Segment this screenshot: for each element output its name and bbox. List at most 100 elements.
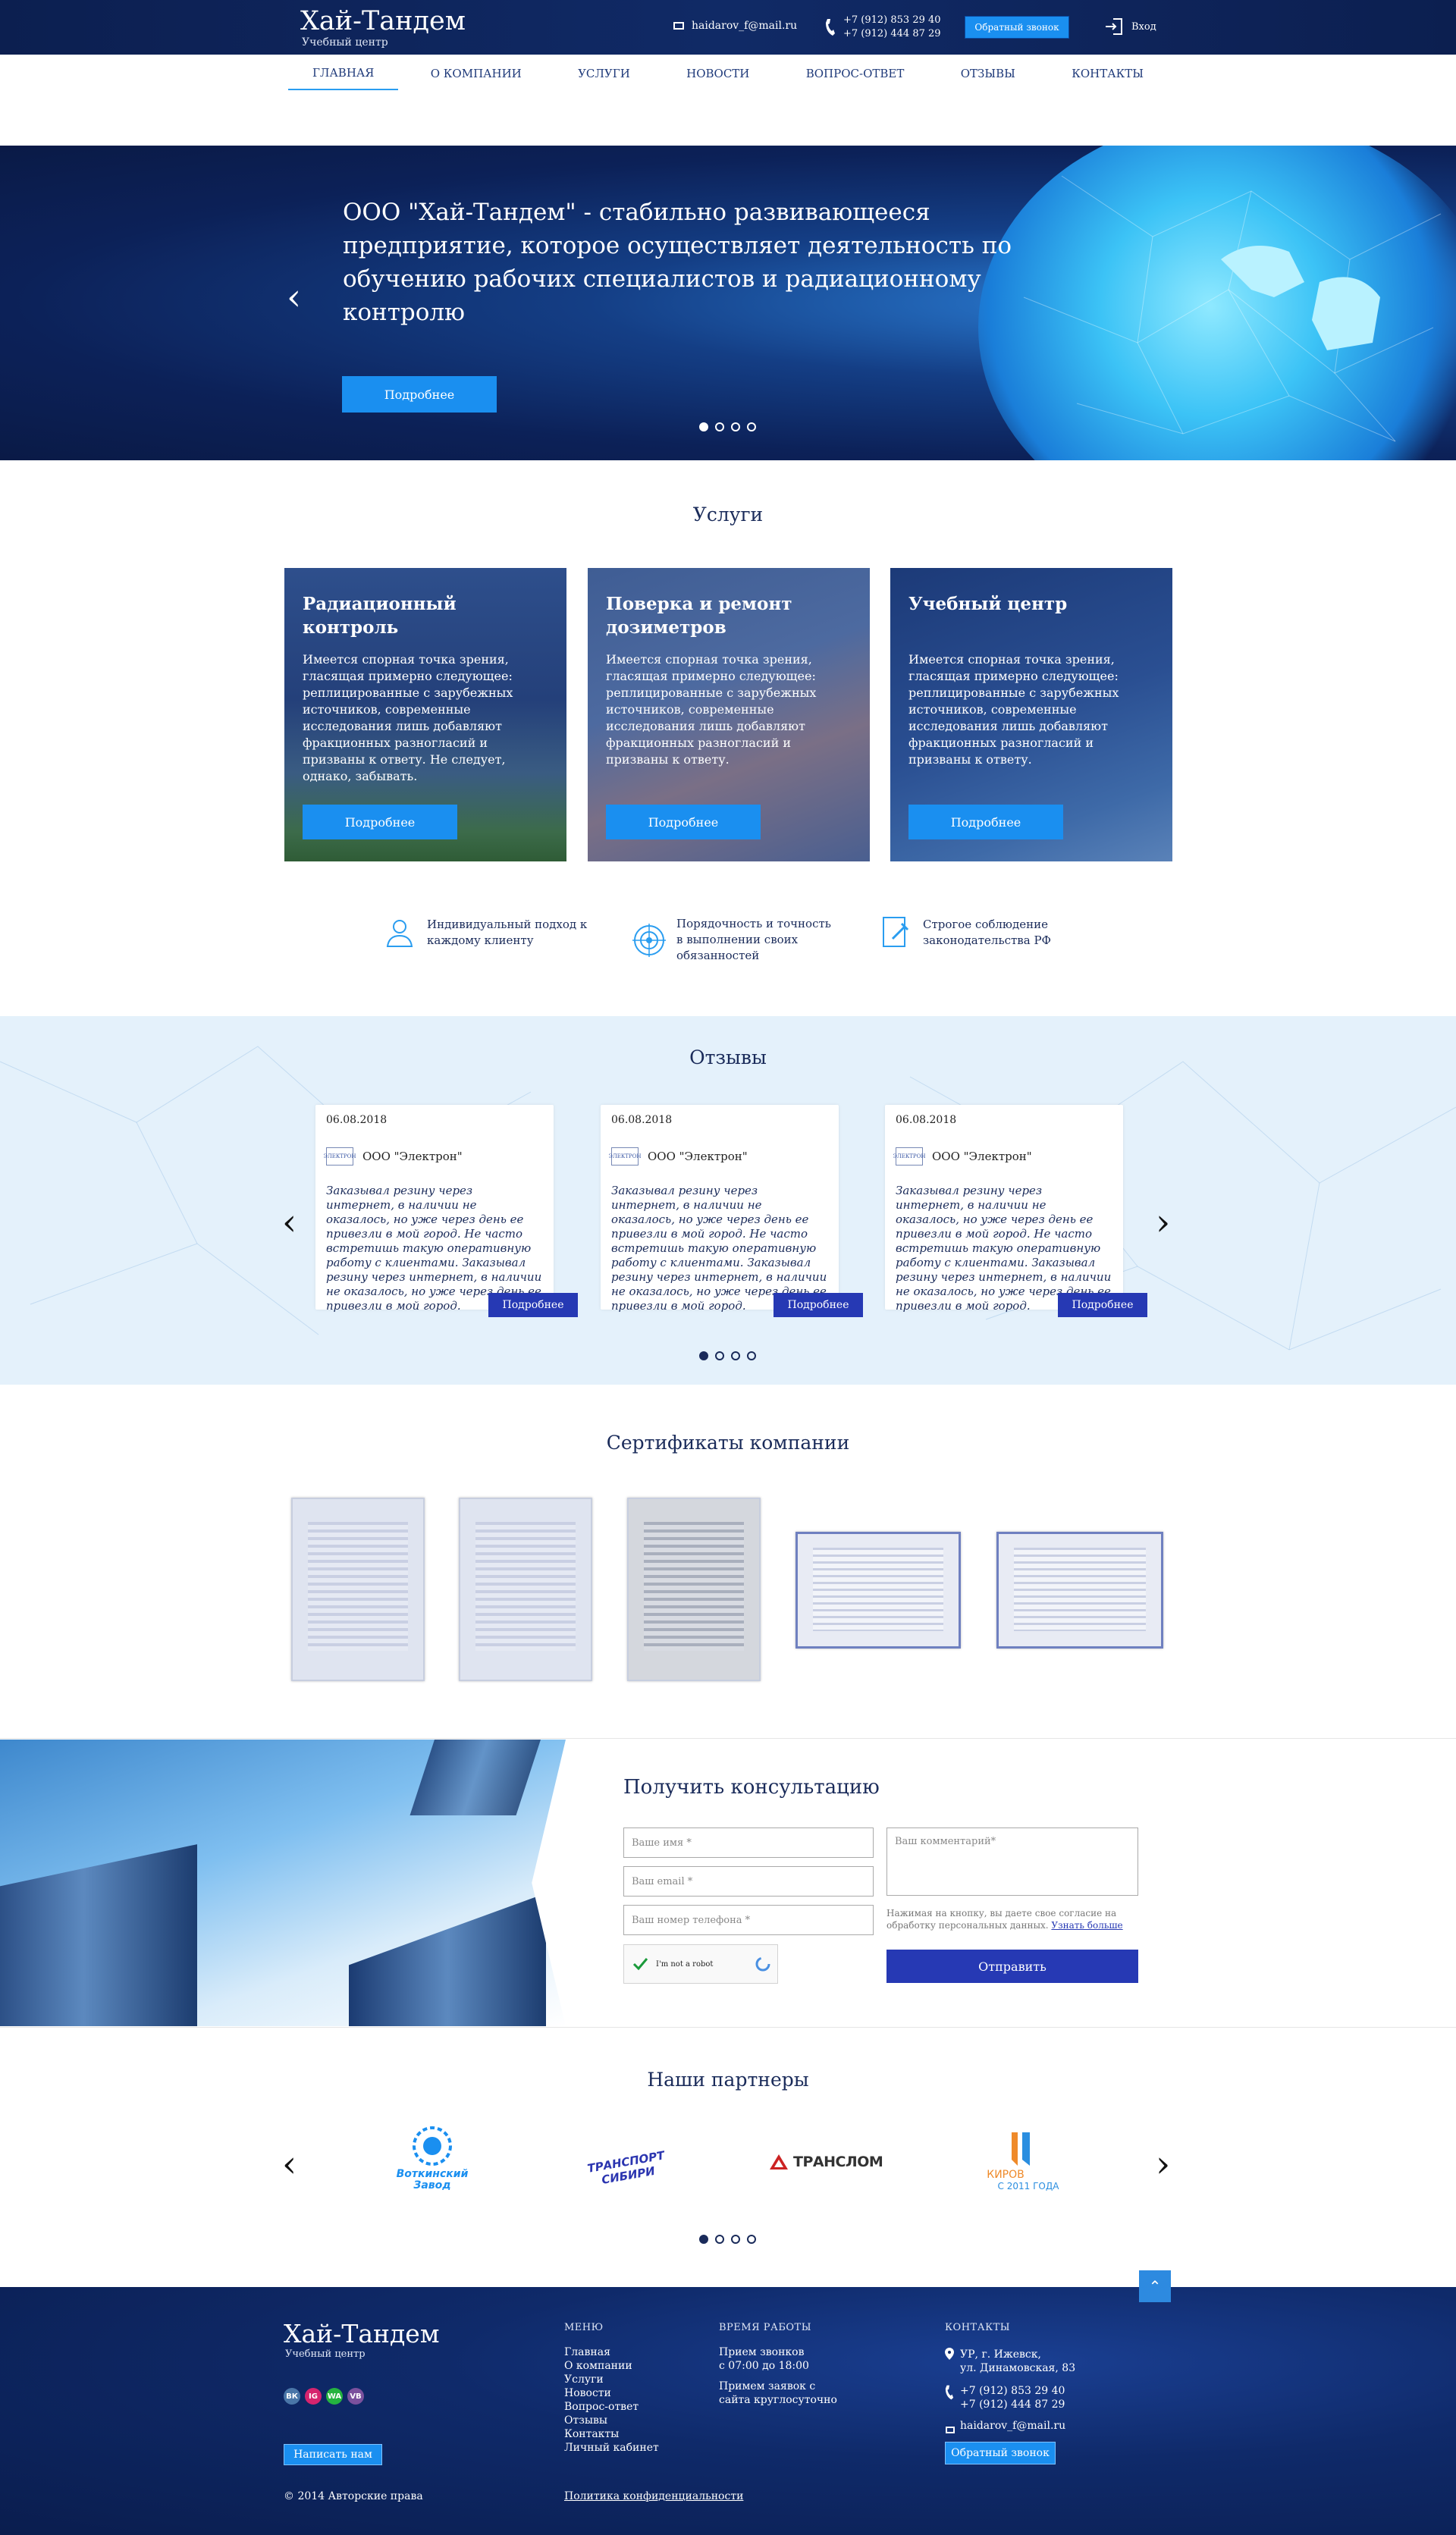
privacy-link[interactable]: Политика конфиденциальности bbox=[564, 2490, 743, 2503]
instagram-icon[interactable]: IG bbox=[305, 2388, 322, 2405]
partner-name: ТРАНСЛОМ bbox=[793, 2154, 883, 2170]
certificate-lines bbox=[644, 1522, 744, 1651]
footer-link-account[interactable]: Личный кабинет bbox=[564, 2441, 659, 2455]
review-more-button[interactable]: Подробнее bbox=[774, 1293, 863, 1317]
recaptcha[interactable]: I'm not a robot bbox=[623, 1944, 778, 1984]
nav-news[interactable]: НОВОСТИ bbox=[662, 58, 774, 89]
footer-link-home[interactable]: Главная bbox=[564, 2345, 659, 2359]
logo-title[interactable]: Хай-Тандем bbox=[300, 6, 466, 36]
hero-dot-4[interactable] bbox=[747, 422, 756, 431]
nav-contacts[interactable]: КОНТАКТЫ bbox=[1047, 58, 1168, 89]
partners-dot-4[interactable] bbox=[747, 2235, 756, 2244]
certificate-1[interactable] bbox=[291, 1498, 425, 1681]
footer-link-news[interactable]: Новости bbox=[564, 2386, 659, 2400]
certificate-2[interactable] bbox=[459, 1498, 592, 1681]
footer-link-services[interactable]: Услуги bbox=[564, 2373, 659, 2386]
certificate-3[interactable] bbox=[627, 1498, 761, 1681]
certificate-4[interactable] bbox=[795, 1532, 961, 1649]
hero-dot-1[interactable] bbox=[699, 422, 708, 431]
nav-reviews[interactable]: ОТЗЫВЫ bbox=[937, 58, 1040, 89]
footer-phone-1[interactable]: +7 (912) 853 29 40 bbox=[960, 2384, 1065, 2398]
viber-icon[interactable]: VB bbox=[347, 2388, 364, 2405]
footer-link-reviews[interactable]: Отзывы bbox=[564, 2414, 659, 2427]
review-date: 06.08.2018 bbox=[326, 1114, 388, 1126]
document-gavel-icon bbox=[883, 917, 909, 947]
vk-icon[interactable]: ВК bbox=[284, 2388, 300, 2405]
partners-prev-arrow[interactable]: ‹ bbox=[282, 2146, 297, 2182]
nav-services[interactable]: УСЛУГИ bbox=[554, 58, 654, 89]
scroll-top-button[interactable]: ⌃ bbox=[1139, 2270, 1171, 2302]
reviews-prev-arrow[interactable]: ‹ bbox=[282, 1204, 297, 1241]
partner-translom[interactable]: ТРАНСЛОМ bbox=[769, 2154, 883, 2170]
footer-callback-button[interactable]: Обратный звонок bbox=[945, 2442, 1056, 2464]
phone-input[interactable]: Ваш номер телефона * bbox=[623, 1905, 874, 1935]
hero-dot-2[interactable] bbox=[715, 422, 724, 431]
logo-subtitle: Учебный центр bbox=[302, 36, 388, 49]
service-card-button[interactable]: Подробнее bbox=[303, 805, 457, 839]
footer-link-about[interactable]: О компании bbox=[564, 2359, 659, 2373]
partner-kirov[interactable]: КИРОВ С 2011 ГОДА bbox=[975, 2129, 1066, 2191]
hero-prev-arrow[interactable]: ‹ bbox=[287, 279, 301, 315]
service-card-training[interactable]: Учебный центр Имеется спорная точка зрен… bbox=[890, 568, 1172, 861]
translom-logo-icon bbox=[770, 2154, 788, 2169]
login-label[interactable]: Вход bbox=[1131, 21, 1156, 33]
header-email[interactable]: haidarov_f@mail.ru bbox=[673, 20, 797, 32]
header-phone-1[interactable]: +7 (912) 853 29 40 bbox=[843, 14, 941, 27]
submit-button[interactable]: Отправить bbox=[886, 1950, 1138, 1983]
agreement-link[interactable]: Узнать больше bbox=[1051, 1920, 1122, 1931]
certificate-5[interactable] bbox=[996, 1532, 1163, 1649]
company-logo-icon: ЭЛЕКТРОН bbox=[324, 1147, 356, 1166]
reviews-next-arrow[interactable]: › bbox=[1156, 1204, 1170, 1241]
service-card-button[interactable]: Подробнее bbox=[908, 805, 1063, 839]
name-input[interactable]: Ваше имя * bbox=[623, 1828, 874, 1858]
consult-title: Получить консультацию bbox=[623, 1776, 880, 1799]
reviews-dot-1[interactable] bbox=[699, 1351, 708, 1360]
reviews-dot-4[interactable] bbox=[747, 1351, 756, 1360]
header-email-text[interactable]: haidarov_f@mail.ru bbox=[692, 20, 797, 32]
review-more-button[interactable]: Подробнее bbox=[1058, 1293, 1147, 1317]
building-left bbox=[0, 1844, 197, 2026]
reviews-dot-2[interactable] bbox=[715, 1351, 724, 1360]
callback-button[interactable]: Обратный звонок bbox=[965, 16, 1069, 39]
services-title: Услуги bbox=[692, 504, 764, 526]
header-phone-2[interactable]: +7 (912) 444 87 29 bbox=[843, 27, 941, 41]
social-links: ВК IG WA VB bbox=[284, 2388, 364, 2405]
service-card-text: Имеется спорная точка зрения, гласящая п… bbox=[606, 652, 817, 767]
reviews-pagination bbox=[699, 1351, 756, 1360]
login-link[interactable]: Вход bbox=[1104, 17, 1156, 36]
nav-home[interactable]: ГЛАВНАЯ bbox=[288, 57, 399, 90]
service-card-button[interactable]: Подробнее bbox=[606, 805, 761, 839]
nav-about[interactable]: О КОМПАНИИ bbox=[406, 58, 546, 89]
nav-faq[interactable]: ВОПРОС-ОТВЕТ bbox=[782, 58, 929, 89]
service-card-dosimeters[interactable]: Поверка и ремонт дозиметров Имеется спор… bbox=[588, 568, 870, 861]
review-company: ЭЛЕКТРОН ООО "Электрон" bbox=[893, 1147, 1032, 1166]
whatsapp-icon[interactable]: WA bbox=[326, 2388, 343, 2405]
footer-email[interactable]: haidarov_f@mail.ru bbox=[960, 2419, 1065, 2433]
footer-phone-2[interactable]: +7 (912) 444 87 29 bbox=[960, 2398, 1065, 2411]
chevron-up-icon: ⌃ bbox=[1148, 2277, 1162, 2295]
email-input[interactable]: Ваш email * bbox=[623, 1866, 874, 1897]
review-date: 06.08.2018 bbox=[896, 1114, 957, 1126]
service-card-radiation[interactable]: Радиационный контроль Имеется спорная то… bbox=[284, 568, 566, 861]
advantage-individual: Индивидуальный подход к каждому клиенту bbox=[383, 916, 588, 949]
partners-next-arrow[interactable]: › bbox=[1156, 2146, 1170, 2182]
partners-dot-3[interactable] bbox=[731, 2235, 740, 2244]
hero-more-button[interactable]: Подробнее bbox=[342, 376, 497, 413]
hours-line-4: сайта круглосуточно bbox=[719, 2394, 837, 2406]
certificate-lines bbox=[1014, 1548, 1146, 1631]
partner-transport-sibiri[interactable]: ТРАНСПОРТ СИБИРИ bbox=[566, 2129, 689, 2209]
partner-votkinsk[interactable]: Воткинский Завод bbox=[387, 2123, 478, 2207]
service-card-title: Учебный центр bbox=[908, 594, 1068, 614]
partners-dot-2[interactable] bbox=[715, 2235, 724, 2244]
write-us-button[interactable]: Написать нам bbox=[284, 2444, 382, 2465]
comment-textarea[interactable]: Ваш комментарий* bbox=[886, 1828, 1138, 1896]
footer-logo-title[interactable]: Хай-Тандем bbox=[284, 2319, 440, 2348]
review-more-button[interactable]: Подробнее bbox=[488, 1293, 578, 1317]
partners-dot-1[interactable] bbox=[699, 2235, 708, 2244]
partners-pagination bbox=[699, 2235, 756, 2244]
reviews-dot-3[interactable] bbox=[731, 1351, 740, 1360]
advantage-text: Порядочность и точность в выполнении сво… bbox=[676, 917, 831, 962]
footer-link-faq[interactable]: Вопрос-ответ bbox=[564, 2400, 659, 2414]
footer-link-contacts[interactable]: Контакты bbox=[564, 2427, 659, 2441]
hero-dot-3[interactable] bbox=[731, 422, 740, 431]
